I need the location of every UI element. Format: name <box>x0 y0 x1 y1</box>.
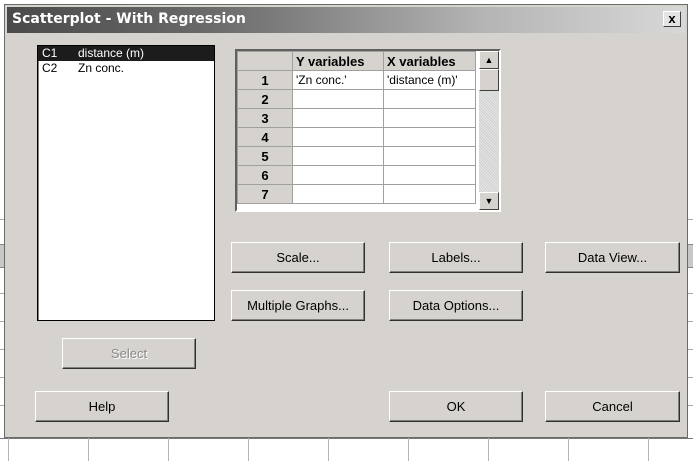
x-variable-cell[interactable] <box>383 165 476 185</box>
row-number: 4 <box>237 127 293 147</box>
grid-row: 1 'Zn conc.' 'distance (m)' <box>237 70 476 90</box>
variable-column-id: C1 <box>42 46 58 60</box>
x-variable-cell[interactable] <box>383 146 476 166</box>
grid-row: 4 <box>237 127 476 147</box>
variables-grid: Y variables X variables 1 'Zn conc.' 'di… <box>235 49 501 212</box>
x-variables-header: X variables <box>383 51 476 71</box>
data-options-button[interactable]: Data Options... <box>389 290 523 321</box>
variable-item-c2[interactable]: C2 Zn conc. <box>38 61 214 76</box>
scroll-thumb[interactable] <box>479 69 499 91</box>
x-variable-cell[interactable] <box>383 184 476 204</box>
select-button[interactable]: Select <box>62 338 196 369</box>
grid-row: 5 <box>237 146 476 166</box>
x-variable-cell[interactable]: 'distance (m)' <box>383 70 476 90</box>
variable-list[interactable]: C1 distance (m) C2 Zn conc. <box>37 45 215 321</box>
variable-item-c1[interactable]: C1 distance (m) <box>38 46 214 61</box>
dialog-title: Scatterplot - With Regression <box>12 11 246 27</box>
scroll-up-button[interactable]: ▲ <box>479 51 499 69</box>
grid-row: 3 <box>237 108 476 128</box>
x-variable-cell[interactable] <box>383 89 476 109</box>
y-variables-header: Y variables <box>292 51 384 71</box>
row-number: 3 <box>237 108 293 128</box>
x-variable-cell[interactable] <box>383 127 476 147</box>
ok-button[interactable]: OK <box>389 391 523 422</box>
grid-row: 6 <box>237 165 476 185</box>
variable-name: Zn conc. <box>78 61 125 75</box>
grid-scrollbar[interactable]: ▲ ▼ <box>479 51 499 210</box>
scale-button[interactable]: Scale... <box>231 242 365 273</box>
x-variable-cell[interactable] <box>383 108 476 128</box>
multiple-graphs-button[interactable]: Multiple Graphs... <box>231 290 365 321</box>
y-variable-cell[interactable] <box>292 127 384 147</box>
y-variable-cell[interactable]: 'Zn conc.' <box>292 70 384 90</box>
arrow-down-icon: ▼ <box>484 196 494 206</box>
close-icon: x <box>668 11 676 26</box>
labels-button[interactable]: Labels... <box>389 242 523 273</box>
variable-column-id: C2 <box>42 61 58 75</box>
row-number: 5 <box>237 146 293 166</box>
close-button[interactable]: x <box>663 11 681 27</box>
data-view-button[interactable]: Data View... <box>545 242 680 273</box>
y-variable-cell[interactable] <box>292 165 384 185</box>
scatterplot-dialog: Scatterplot - With Regression x C1 distan… <box>4 4 688 438</box>
variable-name: distance (m) <box>78 46 145 60</box>
help-button[interactable]: Help <box>35 391 169 422</box>
y-variable-cell[interactable] <box>292 184 384 204</box>
row-number: 7 <box>237 184 293 204</box>
cancel-button[interactable]: Cancel <box>545 391 680 422</box>
grid-row: 2 <box>237 89 476 109</box>
y-variable-cell[interactable] <box>292 108 384 128</box>
y-variable-cell[interactable] <box>292 146 384 166</box>
row-number: 6 <box>237 165 293 185</box>
scroll-down-button[interactable]: ▼ <box>479 192 499 210</box>
y-variable-cell[interactable] <box>292 89 384 109</box>
grid-corner <box>237 51 293 71</box>
arrow-up-icon: ▲ <box>484 55 494 65</box>
row-number: 1 <box>237 70 293 90</box>
title-bar: Scatterplot - With Regression x <box>7 7 685 33</box>
grid-row: 7 <box>237 184 476 204</box>
row-number: 2 <box>237 89 293 109</box>
